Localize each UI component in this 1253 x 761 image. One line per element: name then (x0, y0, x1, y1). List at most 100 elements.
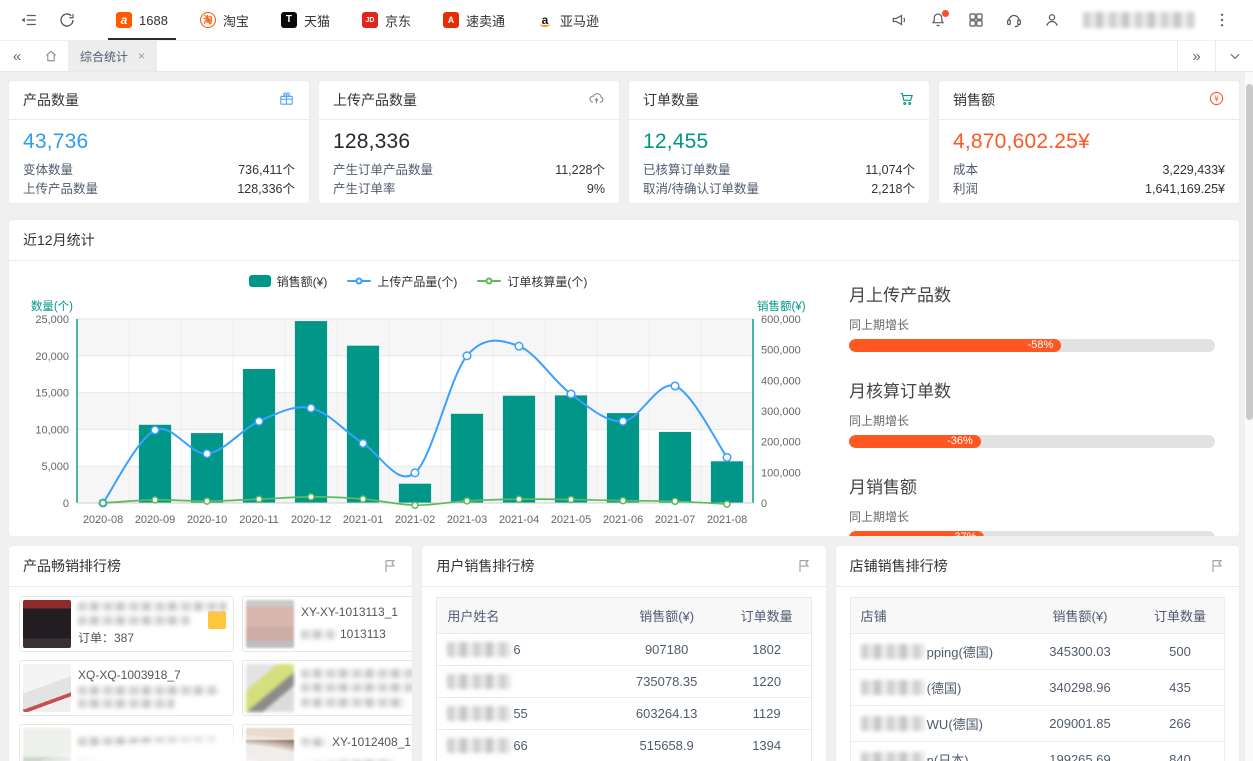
page-tab-bar: « 综合统计 × » (0, 41, 1253, 72)
growth-title: 月销售额 (849, 473, 1215, 498)
notification-dot (942, 10, 949, 17)
stat-card-row: 取消/待确认订单数量2,218个 (643, 180, 915, 199)
svg-text:400,000: 400,000 (761, 375, 801, 387)
orders-cell: 435 (1136, 670, 1224, 705)
tab-list-dropdown-icon[interactable] (1215, 41, 1253, 71)
shop-name-cell: pping(德国) (851, 634, 1024, 669)
product-image-placeholder (246, 600, 294, 648)
col-sales: 销售额(¥) (611, 598, 723, 633)
product-image-placeholder (246, 728, 294, 761)
collapse-sidebar-icon[interactable] (10, 0, 48, 40)
product-text-line: XQ-XQ-1003918_7 (78, 668, 226, 682)
svg-text:100,000: 100,000 (761, 467, 801, 479)
product-card-3[interactable] (242, 660, 413, 716)
yen-circle-icon: ¥ (1208, 90, 1225, 110)
product-card-5[interactable]: XY-1012408_1 (242, 724, 413, 761)
redacted-name (861, 680, 925, 695)
apps-grid-icon[interactable] (959, 0, 993, 40)
tab-summary-stats[interactable]: 综合统计 × (68, 41, 157, 71)
redacted-text (78, 602, 226, 611)
user-icon[interactable] (1035, 0, 1069, 40)
svg-text:2021-07: 2021-07 (655, 514, 695, 526)
svg-text:500,000: 500,000 (761, 345, 801, 357)
username-redacted[interactable] (1083, 12, 1195, 28)
user-sales-ranking-panel: 用户销售排行榜 用户姓名 销售额(¥) 订单数量 690718018027350… (421, 545, 826, 761)
legend-label: 销售额(¥) (277, 273, 328, 290)
legend-item[interactable]: 订单核算量(个) (477, 273, 587, 290)
table-row: (德国)340298.96435 (851, 670, 1224, 706)
redacted-name (447, 674, 511, 689)
table-header: 店铺 销售额(¥) 订单数量 (851, 598, 1224, 634)
svg-text:2020-11: 2020-11 (239, 514, 279, 526)
product-text-line: XY-XY-1013113_1 (301, 605, 413, 619)
bell-icon[interactable] (921, 0, 955, 40)
svg-text:2020-10: 2020-10 (187, 514, 227, 526)
col-sales: 销售额(¥) (1024, 598, 1136, 633)
taobao-favicon: 淘 (200, 12, 216, 28)
orders-cell: 1220 (723, 666, 811, 697)
product-card-0[interactable]: 订单：387 (19, 596, 234, 652)
product-text-line: 订单：387 (78, 629, 226, 646)
gift-icon (278, 90, 295, 110)
user-name-cell (437, 666, 610, 697)
platform-tab-label: 1688 (139, 13, 168, 28)
platform-tab-label: 京东 (385, 11, 411, 30)
tmall-favicon: T (281, 12, 297, 28)
redacted-text (78, 737, 216, 746)
shop-name-cell: WU(德国) (851, 706, 1024, 741)
svg-text:2021-03: 2021-03 (447, 514, 487, 526)
scroll-tabs-right-icon[interactable]: » (1177, 41, 1215, 71)
redacted-text (78, 686, 218, 695)
product-text-line (301, 698, 413, 707)
growth-progress-track: -36% (849, 435, 1215, 448)
close-tab-icon[interactable]: × (138, 49, 145, 63)
kebab-menu-icon[interactable] (1205, 0, 1239, 40)
chart-plot: 25,00020,00015,00010,0005,0000600,000500… (13, 295, 823, 536)
best-selling-products-panel: 产品畅销排行榜 订单：387XY-XY-1013113_110131132XQ-… (8, 545, 413, 761)
legend-item[interactable]: 销售额(¥) (249, 273, 328, 290)
platform-tab-label: 天猫 (304, 11, 330, 30)
table-row: 69071801802 (437, 634, 810, 666)
legend-marker (347, 280, 371, 282)
platform-tab-amazon[interactable]: a亚马逊 (521, 0, 615, 40)
legend-label: 上传产品量(个) (377, 273, 457, 290)
product-card-4[interactable] (19, 724, 234, 761)
legend-item[interactable]: 上传产品量(个) (347, 273, 457, 290)
sales-cell: 515658.9 (611, 730, 723, 761)
platform-tab-jd[interactable]: JD京东 (346, 0, 427, 40)
svg-text:¥: ¥ (1214, 94, 1219, 103)
sales-cell: 199265.69 (1024, 742, 1136, 761)
product-text-line: 10131132 (301, 625, 413, 643)
col-orders: 订单数量 (1136, 598, 1224, 633)
announcement-icon[interactable] (883, 0, 917, 40)
scroll-tabs-left-icon[interactable]: « (0, 41, 34, 71)
dashboard-content: 产品数量43,736变体数量736,411个上传产品数量128,336个上传产品… (0, 72, 1253, 761)
stat-card-row: 利润1,641,169.25¥ (953, 180, 1225, 199)
stat-card-1: 上传产品数量128,336产生订单产品数量11,228个产生订单率9% (318, 80, 620, 204)
platform-tab-tmall[interactable]: T 天猫 (265, 0, 346, 40)
stat-card-row: 产生订单率9% (333, 180, 605, 199)
platform-tab-1688[interactable]: a1688 (100, 0, 184, 40)
home-icon[interactable] (34, 41, 68, 71)
erp-dashboard: a1688淘淘宝 T 天猫 JD京东A速卖通a亚马逊 (0, 0, 1253, 761)
table-row: 735078.351220 (437, 666, 810, 698)
refresh-icon[interactable] (48, 0, 86, 40)
col-orders: 订单数量 (723, 598, 811, 633)
platform-tab-taobao[interactable]: 淘淘宝 (184, 0, 265, 40)
product-card-1[interactable]: XY-XY-1013113_1 10131132 (242, 596, 413, 652)
support-icon[interactable] (997, 0, 1031, 40)
product-image-placeholder (23, 728, 71, 761)
shop-name-cell: (德国) (851, 670, 1024, 705)
scrollbar-thumb[interactable] (1246, 84, 1253, 420)
svg-text:2021-08: 2021-08 (707, 514, 747, 526)
platform-tab-aliexpress[interactable]: A速卖通 (427, 0, 521, 40)
stat-card-row: 变体数量736,411个 (23, 161, 295, 180)
table-row: WU(德国)209001.85266 (851, 706, 1224, 742)
sales-cell: 345300.03 (1024, 634, 1136, 669)
panel-title: 店铺销售排行榜 (850, 556, 948, 576)
stat-card-row: 上传产品数量128,336个 (23, 180, 295, 199)
legend-label: 订单核算量(个) (507, 273, 587, 290)
growth-percent: -36% (947, 435, 973, 448)
product-card-2[interactable]: XQ-XQ-1003918_7 (19, 660, 234, 716)
product-image-placeholder (246, 664, 294, 712)
